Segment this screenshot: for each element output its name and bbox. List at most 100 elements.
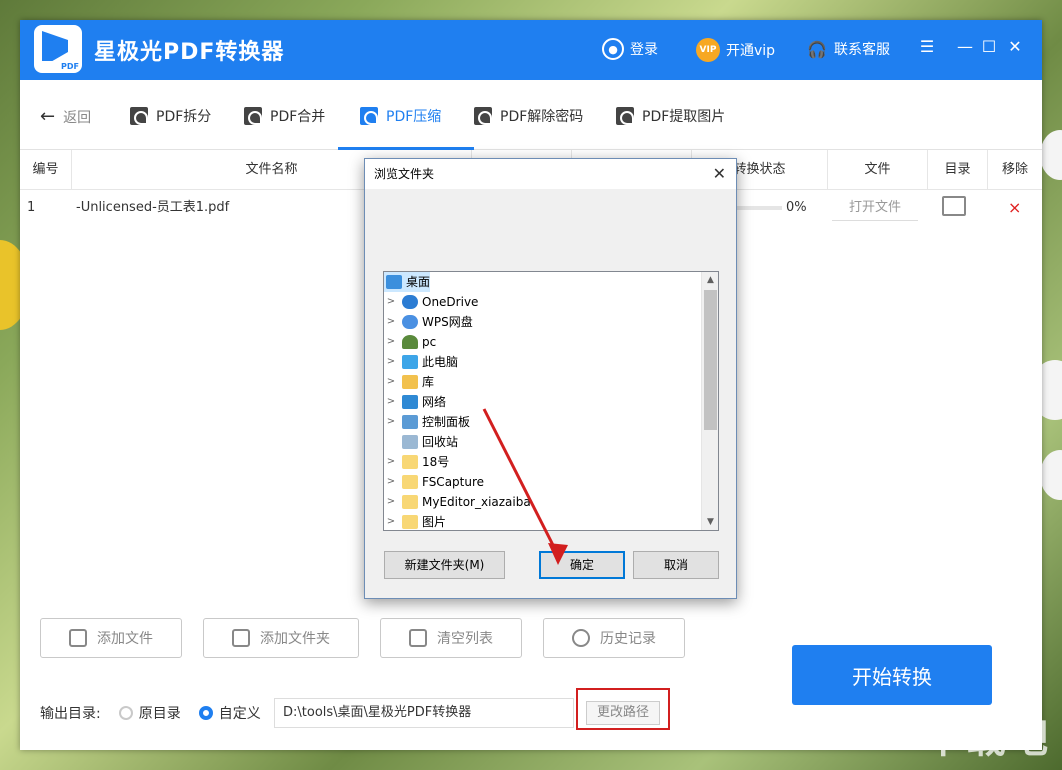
radio-original-label[interactable]: 原目录 (139, 703, 181, 723)
highlight-box (576, 688, 670, 730)
tree-item-wps[interactable]: > WPS网盘 (384, 312, 473, 332)
scroll-down-icon[interactable]: ▼ (702, 514, 718, 530)
trash-icon (409, 629, 427, 647)
progress-bar (736, 206, 782, 210)
tab-label: PDF合并 (270, 109, 326, 125)
row-number: 1 (27, 200, 36, 215)
library-icon (402, 375, 418, 389)
tree-item-folder[interactable]: > 图片 (384, 512, 446, 530)
menu-icon[interactable]: ☰ (918, 38, 936, 56)
pdf-icon (360, 107, 378, 125)
recycle-bin-icon (402, 435, 418, 449)
chevron-right-icon[interactable]: > (384, 352, 398, 372)
start-convert-button[interactable]: 开始转换 (792, 645, 992, 705)
add-file-icon (69, 629, 87, 647)
column-header: 文件 (828, 150, 928, 190)
tab-pdf-split[interactable]: PDF拆分 (130, 106, 211, 126)
ok-button[interactable]: 确定 (539, 551, 625, 579)
tree-item-folder[interactable]: > MyEditor_xiazaiba (384, 492, 531, 512)
history-button[interactable]: 历史记录 (543, 618, 685, 658)
file-name: -Unlicensed-员工表1.pdf (76, 200, 230, 215)
tree-label: pc (422, 335, 437, 349)
chevron-right-icon[interactable]: > (384, 332, 398, 352)
folder-icon (402, 495, 418, 509)
pdf-icon (130, 107, 148, 125)
chevron-right-icon[interactable]: > (384, 372, 398, 392)
tab-pdf-unlock[interactable]: PDF解除密码 (474, 106, 583, 126)
back-label: 返回 (63, 109, 92, 126)
add-file-button[interactable]: 添加文件 (40, 618, 182, 658)
tree-label: 网络 (422, 395, 447, 409)
tree-label: 控制面板 (422, 415, 471, 429)
chevron-right-icon[interactable]: > (384, 512, 398, 530)
radio-custom[interactable] (198, 706, 213, 720)
radio-original[interactable] (118, 706, 133, 720)
background-flower (1040, 450, 1062, 500)
progress-text: 0% (786, 200, 807, 215)
minimize-button[interactable]: — (956, 38, 974, 56)
cloud-icon (402, 295, 418, 309)
app-logo: PDF (34, 25, 82, 73)
tab-pdf-compress[interactable]: PDF压缩 (360, 106, 441, 126)
tree-item-pc[interactable]: > pc (384, 332, 436, 352)
folder-icon[interactable] (942, 196, 966, 216)
tree-scrollbar[interactable]: ▲ ▼ (701, 272, 718, 530)
tree-label: MyEditor_xiazaiba (422, 495, 531, 509)
tree-item-this-pc[interactable]: > 此电脑 (384, 352, 458, 372)
support-button[interactable]: 🎧 联系客服 (806, 38, 890, 60)
history-label: 历史记录 (600, 631, 656, 647)
tree-item-recycle-bin[interactable]: 回收站 (384, 432, 458, 452)
clock-icon (572, 629, 590, 647)
tree-item-desktop[interactable]: 桌面 (384, 272, 431, 292)
vip-button[interactable]: VIP 开通vip (696, 38, 775, 62)
back-button[interactable]: ← 返回 (40, 106, 91, 127)
chevron-right-icon[interactable]: > (384, 412, 398, 432)
column-header: 移除 (1001, 162, 1028, 177)
tree-item-control-panel[interactable]: > 控制面板 (384, 412, 470, 432)
chevron-right-icon[interactable]: > (384, 392, 398, 412)
cancel-button[interactable]: 取消 (633, 551, 719, 579)
new-folder-button[interactable]: 新建文件夹(M) (384, 551, 505, 579)
close-button[interactable]: ✕ (1006, 38, 1024, 56)
dialog-title: 浏览文件夹 (374, 167, 435, 181)
add-folder-label: 添加文件夹 (260, 631, 330, 647)
tree-label: 18号 (422, 455, 450, 469)
tree-label: 库 (422, 375, 435, 389)
chevron-right-icon[interactable]: > (384, 472, 398, 492)
chevron-right-icon[interactable]: > (384, 292, 398, 312)
folder-tree[interactable]: 桌面 > OneDrive > WPS网盘 > pc > 此电脑 > 库 > 网… (383, 271, 719, 531)
radio-custom-label[interactable]: 自定义 (219, 703, 261, 723)
scroll-thumb[interactable] (704, 290, 717, 430)
tree-item-onedrive[interactable]: > OneDrive (384, 292, 478, 312)
chevron-right-icon[interactable]: > (384, 312, 398, 332)
chevron-right-icon[interactable]: > (384, 452, 398, 472)
folder-icon (402, 455, 418, 469)
tab-label: PDF压缩 (386, 109, 442, 125)
add-folder-button[interactable]: 添加文件夹 (203, 618, 359, 658)
tab-pdf-merge[interactable]: PDF合并 (244, 106, 325, 126)
tree-item-network[interactable]: > 网络 (384, 392, 446, 412)
tree-item-folder[interactable]: > 18号 (384, 452, 449, 472)
remove-button[interactable]: × (1008, 190, 1021, 226)
dialog-close-button[interactable]: ✕ (713, 159, 726, 189)
clear-list-button[interactable]: 清空列表 (380, 618, 522, 658)
clear-list-label: 清空列表 (437, 631, 493, 647)
tree-item-library[interactable]: > 库 (384, 372, 434, 392)
login-button[interactable]: ● 登录 (602, 38, 658, 60)
chevron-right-icon[interactable]: > (384, 492, 398, 512)
control-panel-icon (402, 415, 418, 429)
output-path-input[interactable]: D:\tools\桌面\星极光PDF转换器 (274, 698, 574, 728)
scroll-up-icon[interactable]: ▲ (702, 272, 718, 288)
tree-label: 回收站 (422, 435, 459, 449)
headset-icon: 🎧 (807, 39, 827, 59)
column-header: 编号 (20, 150, 72, 190)
maximize-button[interactable]: ☐ (980, 38, 998, 56)
folder-icon (402, 515, 418, 529)
desktop-icon (386, 275, 402, 289)
tree-item-folder[interactable]: > FSCapture (384, 472, 484, 492)
tree-label: WPS网盘 (422, 315, 473, 329)
tab-bar: ← 返回 PDF拆分 PDF合并 PDF压缩 PDF解除密码 PDF提取图片 (20, 80, 1042, 150)
tab-pdf-extract-images[interactable]: PDF提取图片 (616, 106, 725, 126)
tab-label: PDF解除密码 (500, 109, 584, 125)
open-file-button[interactable]: 打开文件 (832, 195, 918, 221)
